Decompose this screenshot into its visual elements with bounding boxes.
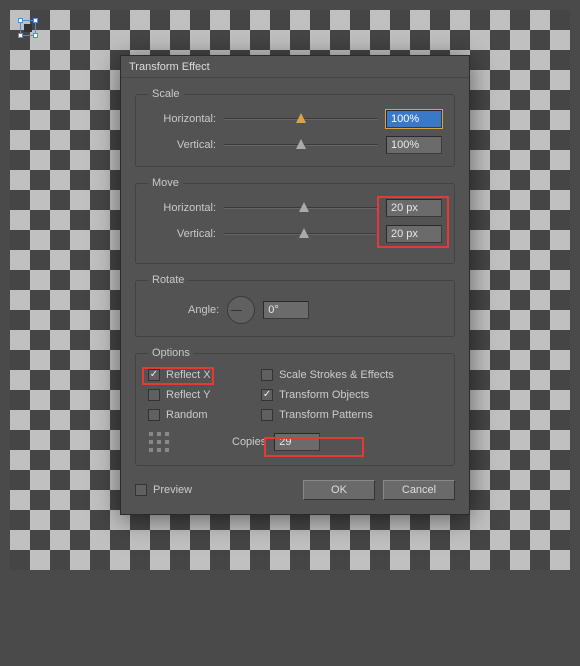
copies-input[interactable]: 29 bbox=[274, 433, 320, 451]
checkbox-icon: ✓ bbox=[148, 369, 160, 381]
copies-label: Copies bbox=[232, 436, 266, 448]
angle-dial[interactable] bbox=[227, 296, 255, 324]
dialog-content: Scale Horizontal: 100% Vertical: 100% Mo… bbox=[121, 78, 469, 514]
options-legend: Options bbox=[148, 347, 194, 359]
resize-handle-bl[interactable] bbox=[18, 33, 23, 38]
selected-object[interactable] bbox=[20, 20, 36, 36]
move-group: Move Horizontal: 20 px Vertical: 20 px bbox=[135, 177, 455, 264]
scale-strokes-checkbox[interactable]: Scale Strokes & Effects bbox=[261, 369, 442, 381]
scale-legend: Scale bbox=[148, 88, 184, 100]
transform-objects-label: Transform Objects bbox=[279, 389, 369, 401]
random-checkbox[interactable]: Random bbox=[148, 409, 261, 421]
scale-vertical-label: Vertical: bbox=[148, 139, 216, 151]
rotate-angle-input[interactable]: 0° bbox=[263, 301, 309, 319]
move-vertical-label: Vertical: bbox=[148, 228, 216, 240]
dialog-title: Transform Effect bbox=[129, 61, 210, 73]
checkbox-icon bbox=[148, 409, 160, 421]
reflect-x-checkbox[interactable]: ✓ Reflect X bbox=[148, 369, 261, 381]
transform-patterns-checkbox[interactable]: Transform Patterns bbox=[261, 409, 442, 421]
preview-label: Preview bbox=[153, 484, 192, 496]
reflect-x-label: Reflect X bbox=[166, 369, 211, 381]
move-horizontal-slider[interactable] bbox=[224, 201, 378, 215]
checkbox-icon: ✓ bbox=[261, 389, 273, 401]
rotate-group: Rotate Angle: 0° bbox=[135, 274, 455, 337]
checkbox-icon bbox=[261, 409, 273, 421]
move-legend: Move bbox=[148, 177, 183, 189]
reflect-y-checkbox[interactable]: Reflect Y bbox=[148, 389, 261, 401]
transform-effect-dialog: Transform Effect Scale Horizontal: 100% … bbox=[120, 55, 470, 515]
move-horizontal-input[interactable]: 20 px bbox=[386, 199, 442, 217]
ok-button[interactable]: OK bbox=[303, 480, 375, 500]
registration-point-icon[interactable] bbox=[148, 431, 170, 453]
options-group: Options ✓ Reflect X Scale Strokes & Effe… bbox=[135, 347, 455, 466]
preview-checkbox[interactable]: Preview bbox=[135, 484, 192, 496]
move-vertical-input[interactable]: 20 px bbox=[386, 225, 442, 243]
checkbox-icon bbox=[148, 389, 160, 401]
scale-horizontal-label: Horizontal: bbox=[148, 113, 216, 125]
move-vertical-slider[interactable] bbox=[224, 227, 378, 241]
rotate-legend: Rotate bbox=[148, 274, 188, 286]
checkbox-icon bbox=[135, 484, 147, 496]
random-label: Random bbox=[166, 409, 208, 421]
checkbox-icon bbox=[261, 369, 273, 381]
dialog-titlebar[interactable]: Transform Effect bbox=[121, 56, 469, 78]
scale-group: Scale Horizontal: 100% Vertical: 100% bbox=[135, 88, 455, 167]
resize-handle-br[interactable] bbox=[33, 33, 38, 38]
transform-objects-checkbox[interactable]: ✓ Transform Objects bbox=[261, 389, 442, 401]
move-horizontal-label: Horizontal: bbox=[148, 202, 216, 214]
resize-handle-tr[interactable] bbox=[33, 18, 38, 23]
scale-vertical-input[interactable]: 100% bbox=[386, 136, 442, 154]
dialog-buttons: Preview OK Cancel bbox=[135, 476, 455, 500]
resize-handle-tl[interactable] bbox=[18, 18, 23, 23]
scale-vertical-slider[interactable] bbox=[224, 138, 378, 152]
reflect-y-label: Reflect Y bbox=[166, 389, 210, 401]
scale-horizontal-input[interactable]: 100% bbox=[386, 110, 442, 128]
rotate-angle-label: Angle: bbox=[188, 304, 219, 316]
scale-strokes-label: Scale Strokes & Effects bbox=[279, 369, 394, 381]
cancel-button[interactable]: Cancel bbox=[383, 480, 455, 500]
transform-patterns-label: Transform Patterns bbox=[279, 409, 373, 421]
scale-horizontal-slider[interactable] bbox=[224, 112, 378, 126]
